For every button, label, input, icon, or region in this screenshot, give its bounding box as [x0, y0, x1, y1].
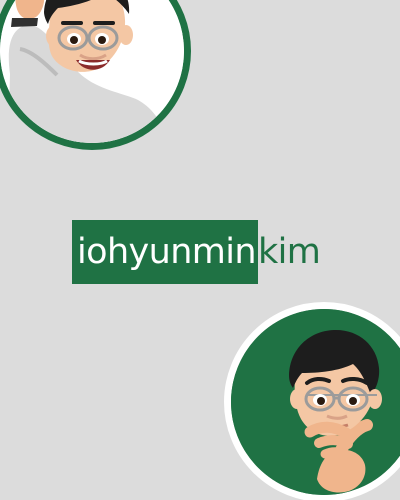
memoji-thinking-icon — [231, 309, 400, 495]
profile-name-primary: iohyunmin — [72, 220, 258, 284]
profile-name: iohyunmin kim — [72, 220, 321, 284]
profile-card: iohyunmin kim — [0, 0, 400, 500]
avatar-thinking — [224, 302, 400, 500]
memoji-waving-icon — [0, 0, 184, 143]
avatar-waving — [0, 0, 191, 150]
profile-name-secondary: kim — [258, 232, 321, 272]
